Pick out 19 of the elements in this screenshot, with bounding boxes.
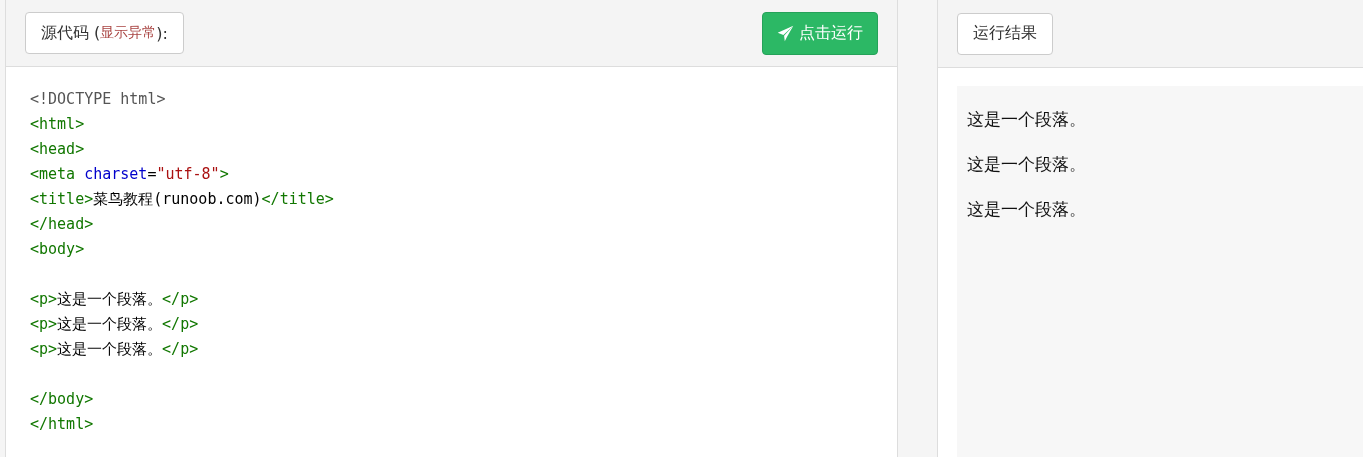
- paragraph: 这是一个段落。: [967, 198, 1087, 221]
- code-line: <meta charset="utf-8">: [30, 164, 229, 185]
- code-line: <p>这是一个段落。</p>: [30, 289, 199, 310]
- paragraph: 这是一个段落。: [967, 153, 1087, 176]
- code-line: <head>: [30, 139, 85, 160]
- code-line: </head>: [30, 214, 94, 235]
- code-line: <title>菜鸟教程(runoob.com)</title>: [30, 189, 334, 210]
- paragraph: 这是一个段落。: [967, 108, 1087, 131]
- code-line: <html>: [30, 114, 85, 135]
- code-line: </html>: [30, 414, 94, 435]
- code-line: <p>这是一个段落。</p>: [30, 339, 199, 360]
- code-line: <p>这是一个段落。</p>: [30, 314, 199, 335]
- code-line: <!DOCTYPE html>: [30, 89, 166, 110]
- code-line: </body>: [30, 389, 94, 410]
- send-icon: [777, 24, 795, 42]
- code-line: <body>: [30, 239, 85, 260]
- source-code-label: 源代码 (显示异常):: [25, 12, 184, 54]
- run-button[interactable]: 点击运行: [762, 11, 879, 55]
- result-label: 运行结果: [957, 12, 1054, 55]
